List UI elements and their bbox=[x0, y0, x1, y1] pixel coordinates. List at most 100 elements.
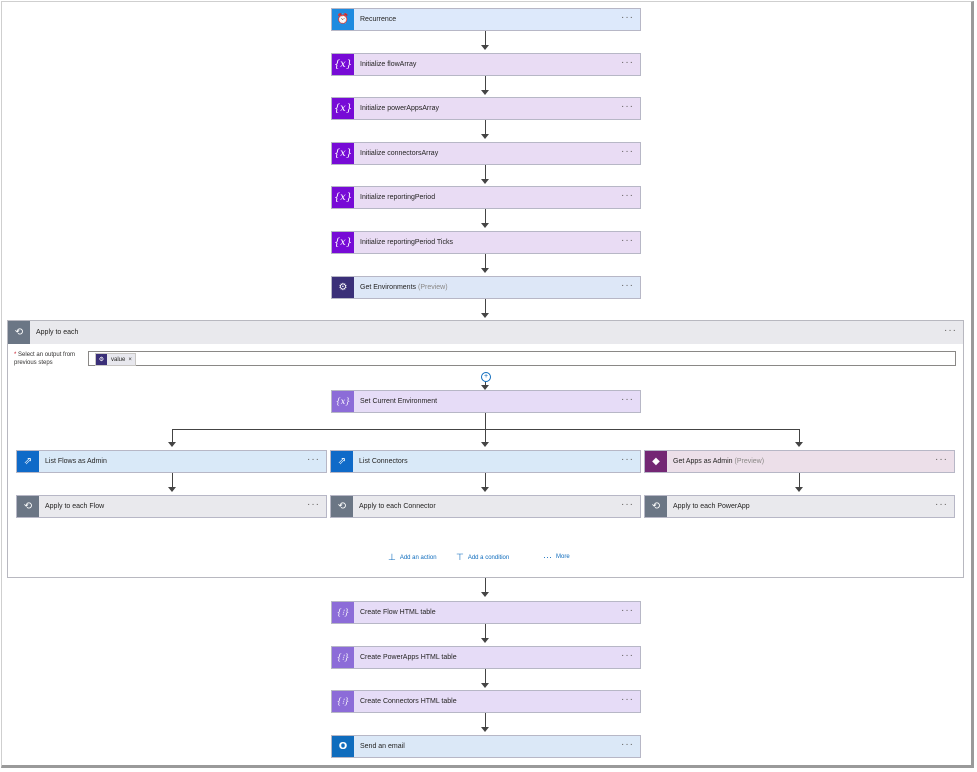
more-icon: ··· bbox=[543, 552, 552, 562]
flow-management-icon: ⇗ bbox=[17, 451, 39, 472]
token-label: value bbox=[111, 356, 126, 363]
select-output-field[interactable]: ⚙ value × bbox=[88, 351, 956, 366]
card-title: Send an email bbox=[360, 743, 405, 750]
more-options-button[interactable]: ··· bbox=[621, 191, 634, 201]
connector-arrow bbox=[481, 90, 489, 95]
connector-arrow bbox=[481, 268, 489, 273]
variable-icon: {x} bbox=[332, 54, 354, 75]
get-apps-as-admin-card[interactable]: ◆ Get Apps as Admin (Preview) ··· bbox=[644, 450, 955, 473]
init-reportingperiod-card[interactable]: {x} Initialize reportingPeriod ··· bbox=[331, 186, 641, 209]
send-an-email-card[interactable]: O Send an email ··· bbox=[331, 735, 641, 758]
apply-to-each-powerapp-card[interactable]: ⟲ Apply to each PowerApp ··· bbox=[644, 495, 955, 518]
more-options-button[interactable]: ··· bbox=[944, 326, 957, 336]
connector-arrow bbox=[481, 683, 489, 688]
preview-tag: (Preview) bbox=[417, 284, 448, 291]
more-options-button[interactable]: ··· bbox=[621, 651, 634, 661]
connector-line bbox=[799, 473, 800, 487]
data-operation-icon: {⁝} bbox=[332, 602, 354, 623]
create-connectors-html-table-card[interactable]: {⁝} Create Connectors HTML table ··· bbox=[331, 690, 641, 713]
more-options-button[interactable]: ··· bbox=[621, 58, 634, 68]
more-options-button[interactable]: ··· bbox=[621, 740, 634, 750]
more-options-button[interactable]: ··· bbox=[935, 500, 948, 510]
recurrence-card[interactable]: ⏰ Recurrence ··· bbox=[331, 8, 641, 31]
scope-title: Apply to each bbox=[36, 329, 79, 336]
connector-line bbox=[485, 413, 486, 429]
variable-icon: {x} bbox=[332, 391, 354, 412]
connector-arrow bbox=[481, 727, 489, 732]
data-operation-icon: {⁝} bbox=[332, 691, 354, 712]
environment-icon: ⚙ bbox=[332, 277, 354, 298]
card-title: Initialize reportingPeriod Ticks bbox=[360, 239, 453, 246]
connector-arrow bbox=[481, 638, 489, 643]
init-flowarray-card[interactable]: {x} Initialize flowArray ··· bbox=[331, 53, 641, 76]
card-title: Get Environments (Preview) bbox=[360, 284, 448, 291]
connector-arrow bbox=[481, 179, 489, 184]
more-label: More bbox=[556, 554, 570, 560]
connector-arrow bbox=[481, 487, 489, 492]
value-token[interactable]: ⚙ value × bbox=[95, 353, 136, 366]
outlook-icon: O bbox=[332, 736, 354, 757]
connector-arrow bbox=[481, 592, 489, 597]
more-options-button[interactable]: ··· bbox=[621, 395, 634, 405]
variable-icon: {x} bbox=[332, 187, 354, 208]
connector-arrow bbox=[795, 487, 803, 492]
connector-arrow bbox=[795, 442, 803, 447]
more-options-button[interactable]: ··· bbox=[621, 13, 634, 23]
more-options-button[interactable]: ··· bbox=[935, 455, 948, 465]
connector-line bbox=[485, 624, 486, 638]
set-current-environment-card[interactable]: {x} Set Current Environment ··· bbox=[331, 390, 641, 413]
connector-line bbox=[172, 429, 173, 443]
add-condition-button[interactable]: ⊤ Add a condition bbox=[456, 552, 509, 563]
connector-arrow bbox=[481, 45, 489, 50]
get-environments-card[interactable]: ⚙ Get Environments (Preview) ··· bbox=[331, 276, 641, 299]
more-options-button[interactable]: ··· bbox=[621, 500, 634, 510]
variable-icon: {x} bbox=[332, 143, 354, 164]
more-options-button[interactable]: ··· bbox=[307, 500, 320, 510]
variable-icon: {x} bbox=[332, 232, 354, 253]
more-options-button[interactable]: ··· bbox=[621, 281, 634, 291]
more-options-button[interactable]: ··· bbox=[307, 455, 320, 465]
connector-line bbox=[485, 31, 486, 45]
more-button[interactable]: ··· More bbox=[543, 552, 570, 562]
connector-line bbox=[172, 473, 173, 487]
create-powerapps-html-table-card[interactable]: {⁝} Create PowerApps HTML table ··· bbox=[331, 646, 641, 669]
data-operation-icon: {⁝} bbox=[332, 647, 354, 668]
connector-line bbox=[485, 209, 486, 223]
connector-arrow bbox=[481, 442, 489, 447]
preview-tag: (Preview) bbox=[734, 458, 765, 465]
add-action-icon: ⊥ bbox=[388, 552, 396, 562]
connector-line bbox=[485, 429, 486, 443]
card-title: Initialize powerAppsArray bbox=[360, 105, 439, 112]
card-title: Create Connectors HTML table bbox=[360, 698, 457, 705]
init-connectorsarray-card[interactable]: {x} Initialize connectorsArray ··· bbox=[331, 142, 641, 165]
loop-icon: ⟲ bbox=[331, 496, 353, 517]
insert-step-button[interactable]: + bbox=[481, 372, 491, 382]
card-title: Create Flow HTML table bbox=[360, 609, 436, 616]
create-flow-html-table-card[interactable]: {⁝} Create Flow HTML table ··· bbox=[331, 601, 641, 624]
list-connectors-card[interactable]: ⇗ List Connectors ··· bbox=[330, 450, 641, 473]
more-options-button[interactable]: ··· bbox=[621, 147, 634, 157]
environment-icon: ⚙ bbox=[96, 354, 107, 365]
init-reportingperiod-ticks-card[interactable]: {x} Initialize reportingPeriod Ticks ··· bbox=[331, 231, 641, 254]
card-title: Recurrence bbox=[360, 16, 397, 23]
connector-line bbox=[485, 578, 486, 592]
more-options-button[interactable]: ··· bbox=[621, 455, 634, 465]
card-title: Initialize flowArray bbox=[360, 61, 417, 68]
apply-to-each-flow-card[interactable]: ⟲ Apply to each Flow ··· bbox=[16, 495, 327, 518]
add-action-button[interactable]: ⊥ Add an action bbox=[388, 552, 437, 563]
more-options-button[interactable]: ··· bbox=[621, 695, 634, 705]
scope-header[interactable]: ⟲ Apply to each ··· bbox=[8, 321, 963, 344]
card-title: Get Apps as Admin (Preview) bbox=[673, 458, 765, 465]
connector-arrow bbox=[481, 134, 489, 139]
more-options-button[interactable]: ··· bbox=[621, 236, 634, 246]
list-flows-as-admin-card[interactable]: ⇗ List Flows as Admin ··· bbox=[16, 450, 327, 473]
connector-line bbox=[799, 429, 800, 443]
apply-to-each-connector-card[interactable]: ⟲ Apply to each Connector ··· bbox=[330, 495, 641, 518]
more-options-button[interactable]: ··· bbox=[621, 102, 634, 112]
init-powerappsarray-card[interactable]: {x} Initialize powerAppsArray ··· bbox=[331, 97, 641, 120]
card-title: List Connectors bbox=[359, 458, 408, 465]
connector-line bbox=[485, 254, 486, 268]
remove-token-icon[interactable]: × bbox=[128, 357, 132, 363]
more-options-button[interactable]: ··· bbox=[621, 606, 634, 616]
card-title: Apply to each Flow bbox=[45, 503, 105, 510]
